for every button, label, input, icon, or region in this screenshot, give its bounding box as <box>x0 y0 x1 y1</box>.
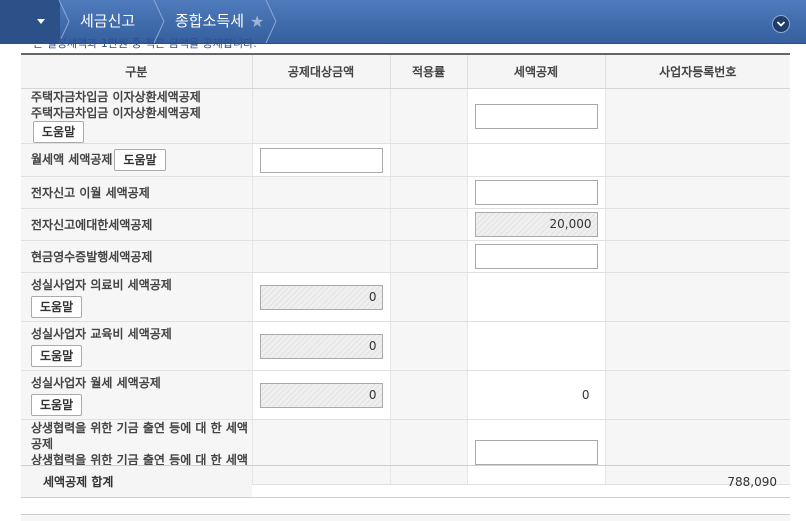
credit-value: 0 <box>581 388 590 402</box>
help-button[interactable]: 도움말 <box>33 121 85 143</box>
amount-cell <box>251 240 390 273</box>
business-number-cell <box>604 88 790 144</box>
table-row: 전자신고에대한세액공제 20,000 <box>21 208 790 241</box>
row-label-line: 주택자금차입금 이자상환세액공제 <box>31 90 201 104</box>
row-label: 성실사업자 교육비 세액공제 <box>31 327 172 341</box>
business-number-cell <box>604 176 790 209</box>
help-button[interactable]: 도움말 <box>114 149 166 171</box>
row-label-cell: 성실사업자 교육비 세액공제도움말 <box>21 321 252 371</box>
help-button[interactable]: 도움말 <box>31 295 83 318</box>
rate-cell <box>389 176 467 209</box>
credit-field[interactable] <box>474 244 598 269</box>
star-icon[interactable]: ★ <box>250 12 264 31</box>
rate-cell <box>389 321 467 371</box>
row-label-line: 성실사업자 교육비 세액공제 <box>31 326 172 341</box>
amount-field: 0 <box>259 382 383 408</box>
credit-cell <box>466 176 605 209</box>
column-header-category: 구분 <box>21 53 252 89</box>
rate-cell <box>389 143 467 177</box>
total-value: 788,090 <box>252 465 790 498</box>
table-header-row: 구분 공제대상금액 적용률 세액공제 사업자등록번호 <box>21 53 790 89</box>
row-label-line: 전자신고 이월 세액공제 <box>31 185 150 200</box>
table-row: 전자신고 이월 세액공제 <box>21 176 790 209</box>
row-label: 월세액 세액공제 <box>31 153 112 167</box>
table-row: 주택자금차입금 이자상환세액공제 주택자금차입금 이자상환세액공제도움말 <box>21 88 790 144</box>
table-row: 성실사업자 교육비 세액공제도움말 0 <box>21 321 790 371</box>
row-label-cell: 전자신고에대한세액공제 <box>21 208 252 241</box>
row-label: 성실사업자 의료비 세액공제 <box>31 278 172 292</box>
credit-cell <box>466 88 605 144</box>
row-label: 성실사업자 월세 세액공제 <box>31 376 161 390</box>
table-row: 성실사업자 월세 세액공제도움말 0 0 <box>21 370 790 420</box>
row-label-line: 월세액 세액공제 <box>31 152 113 167</box>
breadcrumb-separator-icon <box>265 0 277 43</box>
tax-credit-table: 구분 공제대상금액 적용률 세액공제 사업자등록번호 주택자금차입금 이자상환세… <box>21 53 790 485</box>
row-label: 전자신고 이월 세액공제 <box>31 186 150 200</box>
business-number-cell <box>604 272 790 322</box>
amount-field: 0 <box>259 284 383 310</box>
credit-cell: 20,000 <box>466 208 605 241</box>
amount-cell <box>251 143 390 177</box>
table-row: 현금영수증발행세액공제 <box>21 240 790 273</box>
amount-cell <box>251 208 390 241</box>
rate-cell <box>389 240 467 273</box>
row-label-cell: 월세액 세액공제 도움말 <box>21 143 252 177</box>
business-number-cell <box>604 370 790 420</box>
row-label: 주택자금차입금 이자상환세액공제 주택자금차입금 이자상환세액공제 <box>31 90 201 120</box>
business-number-cell <box>604 321 790 371</box>
business-number-cell <box>604 208 790 241</box>
amount-field: 0 <box>259 333 383 359</box>
business-number-cell <box>604 240 790 273</box>
row-label: 전자신고에대한세액공제 <box>31 218 152 232</box>
amount-cell <box>251 176 390 209</box>
row-label-line: 전자신고에대한세액공제 <box>31 217 153 232</box>
amount-cell: 0 <box>251 321 390 371</box>
rate-cell <box>389 370 467 420</box>
amount-cell: 0 <box>251 370 390 420</box>
row-label-line: 주택자금차입금 이자상환세액공제 <box>31 106 201 120</box>
row-label: 현금영수증발행세액공제 <box>31 250 152 264</box>
amount-cell <box>251 88 390 144</box>
amount-cell: 0 <box>251 272 390 322</box>
row-label-line: 성실사업자 월세 세액공제 <box>31 375 161 390</box>
credit-cell <box>466 321 605 371</box>
row-label-cell: 현금영수증발행세액공제 <box>21 240 252 273</box>
total-table: 세액공제 합계 788,090 <box>21 465 790 498</box>
rate-cell <box>389 208 467 241</box>
rate-cell <box>389 88 467 144</box>
row-label-cell: 성실사업자 의료비 세액공제도움말 <box>21 272 252 322</box>
caret-down-icon <box>37 19 45 24</box>
credit-field[interactable] <box>474 439 598 465</box>
rate-cell <box>389 272 467 322</box>
credit-cell <box>466 143 605 177</box>
credit-cell <box>466 272 605 322</box>
column-header-amount: 공제대상금액 <box>251 53 390 89</box>
credit-field: 20,000 <box>474 212 598 237</box>
help-button[interactable]: 도움말 <box>31 344 83 367</box>
credit-cell: 0 <box>466 370 605 420</box>
column-header-business-number: 사업자등록번호 <box>604 53 790 89</box>
chevron-down-icon <box>776 21 786 27</box>
column-header-rate: 적용률 <box>389 53 467 89</box>
row-label-line: 성실사업자 의료비 세액공제 <box>31 277 172 292</box>
row-label-cell: 성실사업자 월세 세액공제도움말 <box>21 370 252 420</box>
amount-field[interactable] <box>259 147 383 173</box>
row-label-cell: 전자신고 이월 세액공제 <box>21 176 252 209</box>
business-number-cell <box>604 143 790 177</box>
total-label: 세액공제 합계 <box>21 465 252 498</box>
column-header-credit: 세액공제 <box>466 53 605 89</box>
help-button[interactable]: 도움말 <box>31 393 83 416</box>
total-row: 세액공제 합계 788,090 <box>21 465 790 498</box>
notice-text: 은 결정세액과 1만원 중 적은 금액을 공제합니다. <box>33 37 257 50</box>
table-row: 성실사업자 의료비 세액공제도움말 0 <box>21 272 790 322</box>
row-label-line: 상생협력을 위한 기금 출연 등에 대 한 세액공제 <box>31 421 248 451</box>
table-row: 월세액 세액공제 도움말 <box>21 143 790 177</box>
row-label-line: 현금영수증발행세액공제 <box>31 249 153 264</box>
credit-cell <box>466 240 605 273</box>
row-label-cell: 주택자금차입금 이자상환세액공제 주택자금차입금 이자상환세액공제도움말 <box>21 88 252 144</box>
credit-field[interactable] <box>474 103 598 129</box>
credit-field[interactable] <box>474 180 598 205</box>
expand-button[interactable] <box>772 15 790 33</box>
